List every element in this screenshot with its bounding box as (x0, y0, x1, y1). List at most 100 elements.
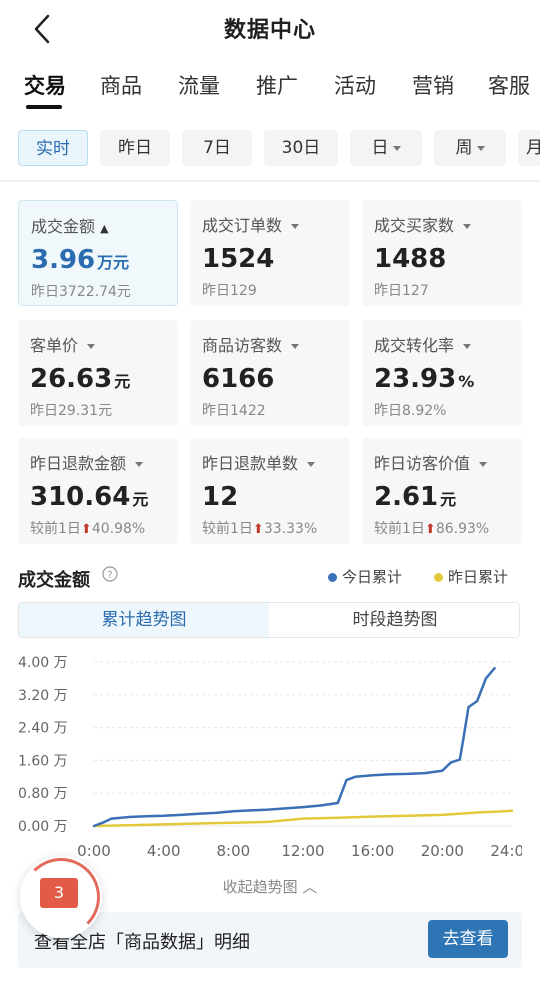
metric-compare: 较前1日⬆33.33% (202, 521, 318, 537)
metric-compare: 昨日3722.74元 (31, 284, 131, 300)
metric-compare: 昨日1422 (202, 403, 266, 419)
tab-trade[interactable]: 交易 (24, 70, 66, 100)
legend-dot-icon (434, 573, 443, 582)
chevron-down-icon (87, 344, 96, 349)
chevron-down-icon (135, 462, 144, 467)
message-count-badge: 3 (40, 878, 78, 908)
filter-7-days[interactable]: 7日 (182, 130, 252, 166)
chevron-down-icon (476, 145, 485, 151)
arrow-up-icon: ⬆ (424, 522, 436, 537)
seg-cumulative-trend[interactable]: 累计趋势图 (19, 603, 269, 637)
tab-activities[interactable]: 活动 (334, 70, 376, 100)
page-title: 数据中心 (223, 18, 316, 43)
metric-title: 商品访客数 (202, 332, 338, 356)
chart-section-title: 成交金额 (18, 570, 90, 591)
metric-value: 23.93% (374, 364, 475, 394)
metric-title: 成交金额 ▲ (31, 217, 109, 236)
metric-value: 6166 (202, 364, 275, 394)
metric-value: 3.96 万元 (31, 245, 130, 275)
metric-value: 2.61 元 (374, 482, 457, 512)
legend-dot-icon (328, 573, 337, 582)
tab-marketing[interactable]: 营销 (412, 70, 454, 100)
metric-card-refund-orders[interactable]: 昨日退款单数 12 较前1日⬆33.33% (190, 438, 350, 544)
chevron-down-icon (392, 145, 401, 151)
cumulative-line-chart: 0.00 万 0.80 万 1.60 万 2.40 万 3.20 万 4.00 万 0:00… (18, 655, 522, 860)
metric-card-avg-order-value[interactable]: 客单价 26.63 元 昨日29.31元 (18, 320, 178, 426)
filter-day-dropdown[interactable]: 日 (350, 130, 422, 166)
metric-card-refund-amount[interactable]: 昨日退款金额 310.64 元 较前1日⬆40.98% (18, 438, 178, 544)
filter-realtime[interactable]: 实时 (18, 130, 88, 166)
chevron-down-icon (291, 224, 300, 229)
filter-30-days[interactable]: 30日 (264, 130, 338, 166)
metric-value: 1488 (374, 244, 447, 274)
filter-week-dropdown[interactable]: 周 (434, 130, 506, 166)
filter-yesterday[interactable]: 昨日 (100, 130, 170, 166)
tab-products[interactable]: 商品 (100, 70, 142, 100)
floating-message-button[interactable]: 3 (20, 856, 102, 938)
metric-card-conversion-rate[interactable]: 成交转化率 23.93% 昨日8.92% (362, 320, 522, 426)
active-tab-indicator (26, 105, 62, 109)
metric-value: 1524 (202, 244, 275, 274)
tab-traffic[interactable]: 流量 (178, 70, 220, 100)
legend-today[interactable]: 今日累计 (328, 566, 402, 587)
y-tick-label: 0.00 万 (18, 819, 68, 835)
series-line-today (92, 666, 496, 828)
legend-yesterday[interactable]: 昨日累计 (434, 566, 508, 587)
x-tick-label: 8:00 (216, 842, 250, 860)
metric-compare: 较前1日⬆86.93% (374, 521, 490, 537)
metric-title: 成交转化率 (374, 332, 510, 356)
metric-title: 成交订单数 (202, 212, 338, 236)
metric-value: 26.63 元 (30, 364, 131, 394)
x-tick-label: 16:00 (351, 842, 394, 860)
y-tick-label: 3.20 万 (18, 688, 68, 704)
category-tabs: 交易 商品 流量 推广 活动 营销 客服 (0, 70, 540, 110)
x-tick-label: 24:00 (490, 842, 522, 860)
tab-promotion[interactable]: 推广 (256, 70, 298, 100)
x-tick-label: 4:00 (147, 842, 181, 860)
filter-month-dropdown[interactable]: 月 (518, 130, 540, 166)
time-filter-bar: 实时 昨日 7日 30日 日 周 月 (0, 124, 540, 170)
metric-card-product-visitors[interactable]: 商品访客数 6166 昨日1422 (190, 320, 350, 426)
help-icon[interactable]: ? (102, 566, 118, 582)
x-tick-label: 20:00 (421, 842, 464, 860)
sort-up-icon: ▲ (100, 222, 109, 235)
metric-value: 310.64 元 (30, 482, 149, 512)
chevron-down-icon (479, 462, 488, 467)
chart-mode-toggle: 累计趋势图 时段趋势图 (18, 602, 520, 638)
y-tick-label: 2.40 万 (18, 721, 68, 737)
metric-title: 昨日退款单数 (202, 450, 338, 474)
svg-text:?: ? (107, 570, 112, 581)
arrow-up-icon: ⬆ (252, 522, 264, 537)
metric-compare: 昨日127 (374, 283, 429, 299)
metric-card-orders[interactable]: 成交订单数 1524 昨日129 (190, 200, 350, 306)
metric-title: 成交买家数 (374, 212, 510, 236)
metric-title: 昨日退款金额 (30, 450, 166, 474)
tab-customer-service[interactable]: 客服 (488, 70, 530, 100)
metric-compare: 昨日8.92% (374, 403, 447, 419)
chevron-up-icon: ︿ (302, 878, 318, 896)
chevron-down-icon (463, 224, 472, 229)
metric-card-visitor-value[interactable]: 昨日访客价值 2.61 元 较前1日⬆86.93% (362, 438, 522, 544)
chevron-down-icon (291, 344, 300, 349)
y-tick-label: 4.00 万 (18, 655, 68, 671)
header: 数据中心 (0, 0, 540, 58)
y-tick-label: 0.80 万 (18, 786, 68, 802)
metric-card-gmv[interactable]: 成交金额 ▲ 3.96 万元 昨日3722.74元 (18, 200, 178, 306)
seg-period-trend[interactable]: 时段趋势图 (270, 603, 519, 637)
arrow-up-icon: ⬆ (80, 522, 92, 537)
metric-compare: 昨日129 (202, 283, 257, 299)
series-line-yesterday (92, 809, 514, 828)
metric-title: 客单价 (30, 332, 166, 356)
chevron-down-icon (463, 344, 472, 349)
metric-card-buyers[interactable]: 成交买家数 1488 昨日127 (362, 200, 522, 306)
chevron-down-icon (307, 462, 316, 467)
divider (0, 180, 540, 182)
metric-title: 昨日访客价值 (374, 450, 510, 474)
x-tick-label: 0:00 (77, 842, 111, 860)
x-tick-label: 12:00 (281, 842, 324, 860)
y-tick-label: 1.60 万 (18, 753, 68, 769)
metric-value: 12 (202, 482, 239, 512)
metric-compare: 昨日29.31元 (30, 403, 113, 419)
metric-compare: 较前1日⬆40.98% (30, 521, 146, 537)
view-button[interactable]: 去查看 (428, 920, 508, 958)
